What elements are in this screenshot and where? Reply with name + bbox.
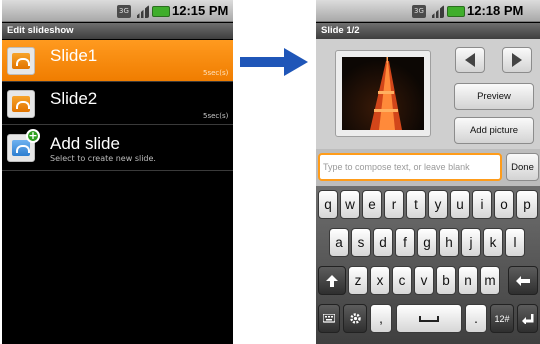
add-picture-button[interactable]: Add picture xyxy=(454,117,534,144)
key-o[interactable]: o xyxy=(494,190,514,219)
status-time: 12:15 PM xyxy=(172,3,229,18)
transition-arrow-icon xyxy=(240,48,308,76)
key-t[interactable]: t xyxy=(406,190,426,219)
key-e[interactable]: e xyxy=(362,190,382,219)
arrow-left-icon xyxy=(465,53,475,67)
slide-photo xyxy=(342,57,424,130)
key-d[interactable]: d xyxy=(373,228,393,257)
space-bar-icon xyxy=(419,315,439,322)
arrow-right-icon xyxy=(512,53,522,67)
key-n[interactable]: n xyxy=(458,266,478,295)
slide-title: Slide1 xyxy=(50,46,98,65)
slide-duration: 5sec(s) xyxy=(203,112,229,120)
enter-arrow-icon xyxy=(521,313,533,324)
screen-title: Edit slideshow xyxy=(2,23,233,39)
data-3g-icon: 3G xyxy=(117,5,131,18)
key-k[interactable]: k xyxy=(483,228,503,257)
status-bar: 3G 12:18 PM xyxy=(316,0,540,22)
backspace-key[interactable] xyxy=(508,266,538,295)
key-u[interactable]: u xyxy=(450,190,470,219)
status-icons: 3G xyxy=(117,4,170,19)
key-c[interactable]: c xyxy=(392,266,412,295)
gear-icon xyxy=(349,313,361,324)
next-slide-button[interactable] xyxy=(502,47,532,73)
comma-key[interactable]: , xyxy=(370,304,392,333)
key-h[interactable]: h xyxy=(439,228,459,257)
shift-arrow-icon xyxy=(326,274,338,287)
key-a[interactable]: a xyxy=(329,228,349,257)
soft-keyboard: q w e r t y u i o p a s d f g h j k l z … xyxy=(316,186,540,344)
key-j[interactable]: j xyxy=(461,228,481,257)
slide-thumbnail-icon xyxy=(7,47,35,75)
key-x[interactable]: x xyxy=(370,266,390,295)
key-f[interactable]: f xyxy=(395,228,415,257)
enter-key[interactable] xyxy=(517,304,538,333)
battery-icon xyxy=(447,6,465,17)
battery-icon xyxy=(152,6,170,17)
done-button[interactable]: Done xyxy=(506,153,539,181)
key-m[interactable]: m xyxy=(480,266,500,295)
space-key[interactable] xyxy=(396,304,462,333)
screenshot-composite: 3G 12:15 PM Edit slideshow Slide1 5sec(s… xyxy=(0,0,540,344)
compose-row: Type to compose text, or leave blank Don… xyxy=(316,149,540,186)
previous-slide-button[interactable] xyxy=(455,47,485,73)
key-s[interactable]: s xyxy=(351,228,371,257)
compose-text-input[interactable]: Type to compose text, or leave blank xyxy=(318,153,502,181)
slide-list-item-1[interactable]: Slide1 5sec(s) xyxy=(2,40,233,82)
add-slide-subtitle: Select to create new slide. xyxy=(50,154,156,163)
shift-key[interactable] xyxy=(318,266,346,295)
slide-editor-panel: Preview Add picture xyxy=(316,39,540,149)
slide-duration: 5sec(s) xyxy=(203,69,229,77)
slide-editor-screen: 3G 12:18 PM Slide 1/2 Preview Add pictur… xyxy=(316,0,540,344)
key-v[interactable]: v xyxy=(414,266,434,295)
plus-icon: + xyxy=(26,129,40,143)
backspace-arrow-icon xyxy=(516,275,530,286)
screen-title: Slide 1/2 xyxy=(316,23,540,39)
key-i[interactable]: i xyxy=(472,190,492,219)
status-bar: 3G 12:15 PM xyxy=(2,0,233,22)
key-y[interactable]: y xyxy=(428,190,448,219)
key-w[interactable]: w xyxy=(340,190,360,219)
key-b[interactable]: b xyxy=(436,266,456,295)
key-r[interactable]: r xyxy=(384,190,404,219)
signal-icon xyxy=(134,5,149,18)
keyboard-icon xyxy=(323,313,335,323)
slide-title: Slide2 xyxy=(50,89,98,108)
settings-key[interactable] xyxy=(343,304,367,333)
mode-switch-key[interactable]: 12# xyxy=(490,304,514,333)
status-time: 12:18 PM xyxy=(467,3,524,18)
slide-thumbnail-icon xyxy=(7,90,35,118)
key-l[interactable]: l xyxy=(505,228,525,257)
slide-list-item-2[interactable]: Slide2 5sec(s) xyxy=(2,83,233,125)
key-z[interactable]: z xyxy=(348,266,368,295)
slide-image-frame[interactable] xyxy=(335,50,431,137)
data-3g-icon: 3G xyxy=(412,5,426,18)
add-slide-title: Add slide xyxy=(50,134,120,153)
signal-icon xyxy=(429,5,444,18)
add-slide-item[interactable]: + Add slide Select to create new slide. xyxy=(2,127,233,171)
period-key[interactable]: . xyxy=(465,304,487,333)
add-slide-icon: + xyxy=(7,129,40,162)
tower-photo-icon xyxy=(370,57,402,130)
preview-button[interactable]: Preview xyxy=(454,83,534,110)
key-q[interactable]: q xyxy=(318,190,338,219)
key-p[interactable]: p xyxy=(516,190,538,219)
status-icons: 3G xyxy=(412,4,465,19)
key-g[interactable]: g xyxy=(417,228,437,257)
keyboard-settings-key[interactable] xyxy=(318,304,340,333)
edit-slideshow-screen: 3G 12:15 PM Edit slideshow Slide1 5sec(s… xyxy=(2,0,233,344)
